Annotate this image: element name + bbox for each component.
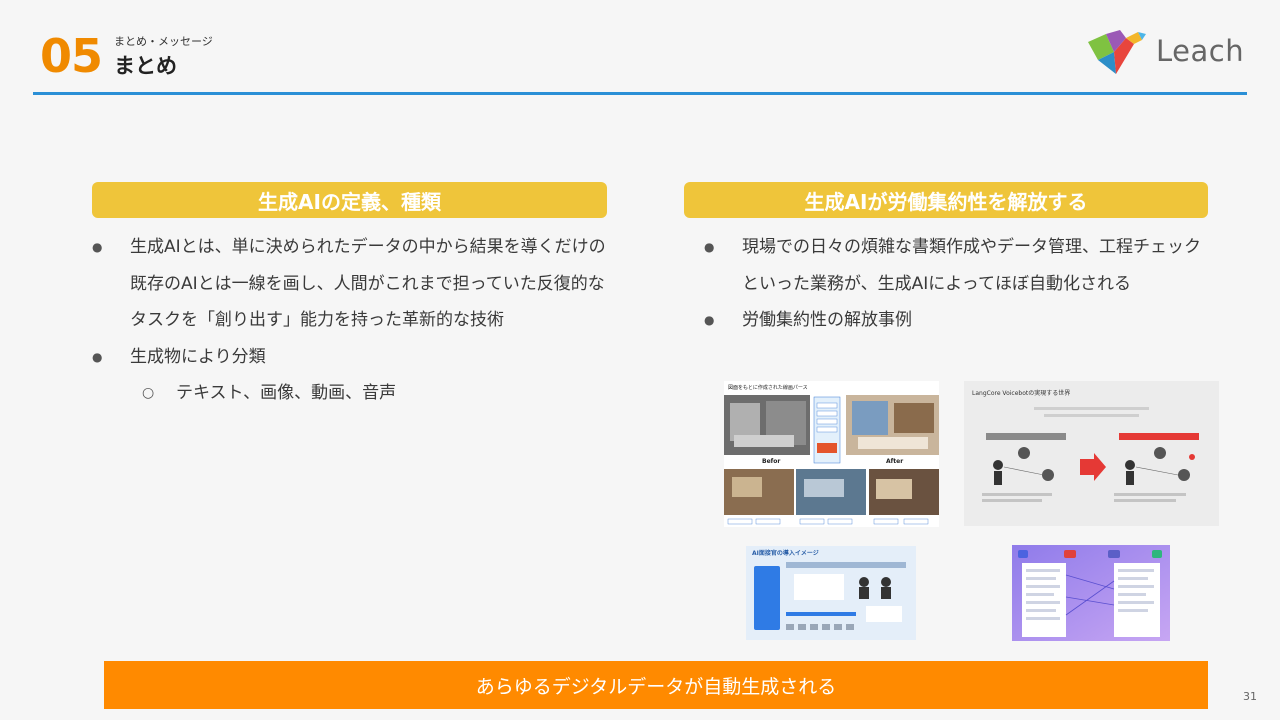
logo-text: Leach xyxy=(1156,34,1245,68)
list-item: 労働集約性の解放事例 xyxy=(704,302,1204,339)
after-label: After xyxy=(886,458,903,465)
list-item: 生成AIとは、単に決められたデータの中から結果を導くだけの既存のAIとは一線を画… xyxy=(92,229,612,339)
section-number: 05 xyxy=(40,29,103,83)
ai-interview-title: AI面接官の導入イメージ xyxy=(752,549,819,557)
before-label: Befor xyxy=(762,458,780,465)
interior-render-example-image: 図面をもとに作成された線画パース Befor After xyxy=(724,381,939,527)
app-integration-example-image xyxy=(1012,545,1170,641)
section-title: まとめ xyxy=(114,54,177,78)
list-item: 生成物により分類 テキスト、画像、動画、音声 xyxy=(92,339,612,412)
left-column-heading: 生成AIの定義、種類 xyxy=(92,182,607,218)
page-number: 31 xyxy=(1243,690,1257,703)
bullet-text: 生成物により分類 xyxy=(130,346,266,367)
ai-interview-example-image: AI面接官の導入イメージ xyxy=(746,546,916,640)
sub-bullet-list: テキスト、画像、動画、音声 xyxy=(130,375,612,412)
summary-banner: あらゆるデジタルデータが自動生成される xyxy=(104,661,1208,709)
voicebot-title: LangCore Voicebotの実現する世界 xyxy=(972,389,1070,397)
slide-header: 05 まとめ・メッセージ まとめ Leach xyxy=(0,0,1280,100)
bullet-text: 生成AIとは、単に決められたデータの中から結果を導くだけの既存のAIとは一線を画… xyxy=(130,237,606,330)
sub-bullet-text: テキスト、画像、動画、音声 xyxy=(176,383,397,403)
right-column-heading: 生成AIが労働集約性を解放する xyxy=(684,182,1208,218)
list-item: 現場での日々の煩雑な書類作成やデータ管理、工程チェックといった業務が、生成AIに… xyxy=(704,229,1204,302)
leach-logo-icon xyxy=(1088,30,1146,74)
bullet-text: 現場での日々の煩雑な書類作成やデータ管理、工程チェックといった業務が、生成AIに… xyxy=(742,237,1201,294)
leach-logo: Leach xyxy=(1086,30,1246,78)
header-rule xyxy=(33,92,1247,95)
bullet-text: 労働集約性の解放事例 xyxy=(742,310,912,330)
right-bullet-list: 現場での日々の煩雑な書類作成やデータ管理、工程チェックといった業務が、生成AIに… xyxy=(704,229,1204,339)
section-subtitle: まとめ・メッセージ xyxy=(114,35,213,48)
left-bullet-list: 生成AIとは、単に決められたデータの中から結果を導くだけの既存のAIとは一線を画… xyxy=(92,229,612,412)
voicebot-example-image: LangCore Voicebotの実現する世界 xyxy=(964,381,1219,526)
interior-caption: 図面をもとに作成された線画パース xyxy=(728,384,808,391)
sub-list-item: テキスト、画像、動画、音声 xyxy=(130,375,612,412)
